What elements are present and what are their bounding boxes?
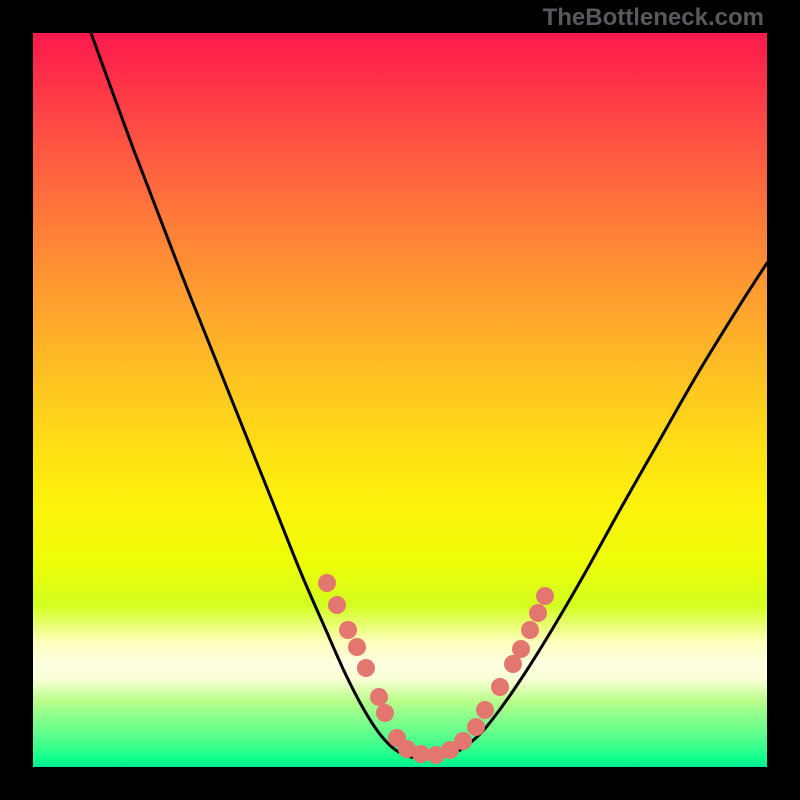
- brand-watermark: TheBottleneck.com: [543, 4, 764, 32]
- marker-dot: [529, 604, 547, 622]
- marker-dot: [512, 640, 530, 658]
- marker-dot: [467, 718, 485, 736]
- marker-dot: [536, 587, 554, 605]
- marker-dot: [328, 596, 346, 614]
- marker-dot: [521, 621, 539, 639]
- curve-group: [91, 33, 767, 758]
- marker-dot: [357, 659, 375, 677]
- bottleneck-curve: [91, 33, 767, 758]
- plot-area: [33, 33, 767, 767]
- marker-dot: [339, 621, 357, 639]
- chart-frame: TheBottleneck.com: [0, 0, 800, 800]
- marker-dot: [348, 638, 366, 656]
- marker-dots: [318, 574, 554, 764]
- marker-dot: [318, 574, 336, 592]
- marker-dot: [476, 701, 494, 719]
- marker-dot: [370, 688, 388, 706]
- marker-dot: [491, 678, 509, 696]
- chart-svg: [33, 33, 767, 767]
- marker-dot: [376, 704, 394, 722]
- marker-dot: [454, 732, 472, 750]
